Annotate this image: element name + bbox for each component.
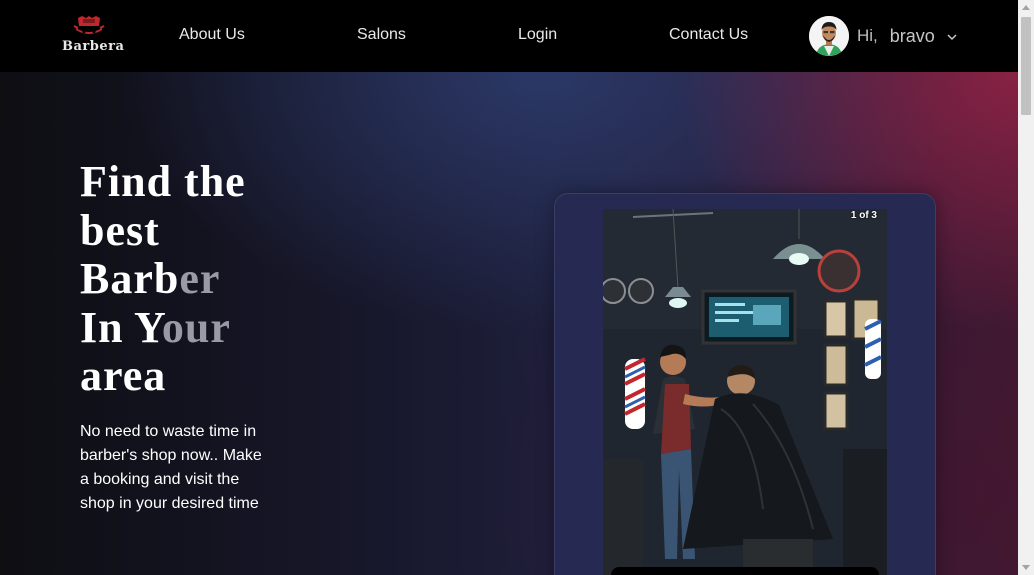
chevron-down-icon[interactable] xyxy=(947,33,957,41)
headline-line: Find the xyxy=(80,157,246,206)
nav-salons[interactable]: Salons xyxy=(357,26,406,44)
scroll-down-icon[interactable] xyxy=(1022,565,1030,570)
brand-name: Barbera xyxy=(62,39,125,54)
hero-subtitle: No need to waste time in barber's shop n… xyxy=(80,423,262,512)
headline-fade-text: er xyxy=(179,254,221,303)
carousel-slide-image[interactable]: 1 of 3 xyxy=(603,209,887,575)
barbershop-photo xyxy=(603,209,887,575)
scroll-thumb[interactable] xyxy=(1021,17,1031,115)
barber-logo-icon xyxy=(73,16,105,34)
carousel-counter: 1 of 3 xyxy=(850,210,877,221)
page-scrollbar[interactable] xyxy=(1018,0,1034,575)
scroll-up-icon[interactable] xyxy=(1022,5,1030,10)
headline-line: area xyxy=(80,351,167,400)
user-menu[interactable]: Hi, bravo xyxy=(809,16,957,56)
nav-contact-us[interactable]: Contact Us xyxy=(669,26,748,44)
hero-section: Find the best Barber In Your area No nee… xyxy=(0,72,1018,575)
navbar: Barbera About Us Salons Login Contact Us… xyxy=(0,0,1018,72)
user-greeting: Hi, xyxy=(857,26,878,45)
headline-line: best xyxy=(80,205,160,255)
nav-about-us[interactable]: About Us xyxy=(179,26,245,44)
brand-logo[interactable]: Barbera xyxy=(62,14,125,58)
headline-line: Barber xyxy=(80,254,221,303)
headline-fade-text: our xyxy=(161,302,231,352)
user-name: bravo xyxy=(889,25,935,46)
headline-line: In Your xyxy=(80,302,231,352)
avatar xyxy=(809,16,849,56)
user-avatar-icon xyxy=(809,16,849,56)
slide-caption-bar xyxy=(611,567,879,575)
carousel-card: 1 of 3 xyxy=(554,193,936,575)
nav-login[interactable]: Login xyxy=(518,26,557,44)
hero-headline: Find the best Barber In Your area xyxy=(80,157,380,401)
